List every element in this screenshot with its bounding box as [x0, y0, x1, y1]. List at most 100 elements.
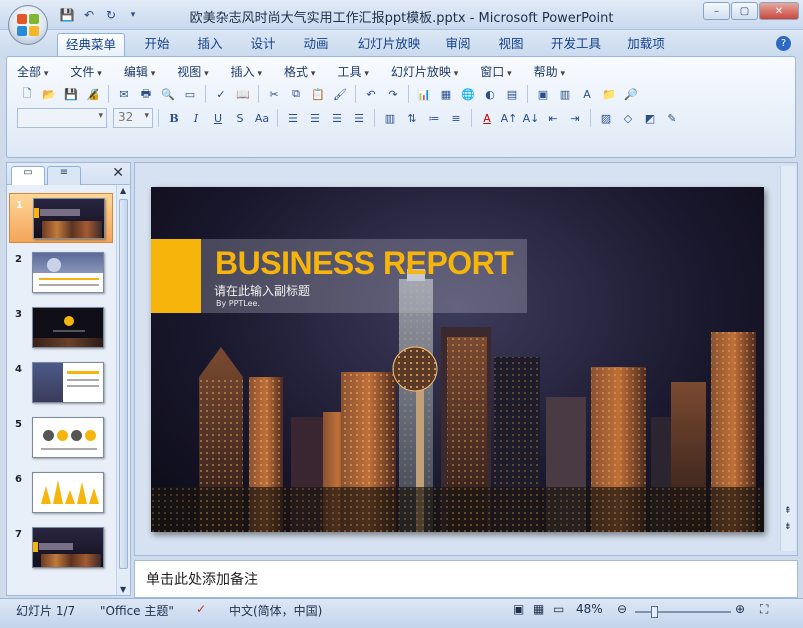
- folder-icon[interactable]: 📁: [599, 84, 619, 104]
- notes-pane[interactable]: 单击此处添加备注: [134, 560, 798, 598]
- menu-help[interactable]: 帮助: [534, 63, 565, 80]
- color-grayscale-icon[interactable]: ◐: [480, 84, 500, 104]
- align-left-icon[interactable]: ☰: [283, 108, 303, 128]
- align-right-icon[interactable]: ☰: [327, 108, 347, 128]
- maximize-button[interactable]: ▢: [731, 2, 758, 20]
- layout-icon[interactable]: ▣: [533, 84, 553, 104]
- shadow-icon[interactable]: S: [230, 108, 250, 128]
- slide-thumbnail-4[interactable]: 4: [9, 358, 113, 408]
- open-folder-icon[interactable]: 📂: [39, 84, 59, 104]
- spelling-icon[interactable]: ✓: [211, 84, 231, 104]
- print-preview-icon[interactable]: 🔍: [158, 84, 178, 104]
- redo-icon[interactable]: ↷: [383, 84, 403, 104]
- underline-icon[interactable]: U: [208, 108, 228, 128]
- grow-font-icon[interactable]: A↑: [499, 108, 519, 128]
- language[interactable]: 中文(简体，中国): [229, 602, 322, 619]
- zoom-level[interactable]: 48%: [576, 602, 603, 616]
- minimize-button[interactable]: –: [703, 2, 730, 20]
- tab-classic-menu[interactable]: 经典菜单: [57, 33, 125, 56]
- slide-thumbnail-1[interactable]: 1: [9, 193, 113, 243]
- slide-thumbnail-6[interactable]: 6: [9, 468, 113, 518]
- increase-indent-icon[interactable]: ⇥: [565, 108, 585, 128]
- tab-slides[interactable]: ▭: [11, 166, 45, 185]
- tab-outline[interactable]: ≡: [47, 166, 81, 185]
- zoom-icon[interactable]: 🔎: [621, 84, 641, 104]
- scroll-thumb[interactable]: [119, 199, 128, 569]
- slide-design-icon[interactable]: ▥: [555, 84, 575, 104]
- spell-check-icon[interactable]: ✓: [196, 602, 206, 616]
- tab-home[interactable]: 开始: [137, 33, 177, 56]
- arrange-icon[interactable]: ▨: [596, 108, 616, 128]
- zoom-slider[interactable]: [635, 606, 731, 618]
- next-slide-icon[interactable]: ⇟: [784, 522, 792, 532]
- menu-view[interactable]: 视图: [177, 63, 208, 80]
- menu-tools[interactable]: 工具: [337, 63, 368, 80]
- shapes-icon[interactable]: ◇: [618, 108, 638, 128]
- tab-insert[interactable]: 插入: [190, 33, 230, 56]
- permission-icon[interactable]: 🔏: [83, 84, 103, 104]
- normal-view-button[interactable]: ▣: [513, 602, 524, 616]
- text-direction-icon[interactable]: ⇅: [402, 108, 422, 128]
- zoom-slider-thumb[interactable]: [651, 606, 658, 618]
- slide-thumbnail-2[interactable]: 2: [9, 248, 113, 298]
- italic-icon[interactable]: I: [186, 108, 206, 128]
- tab-add-ins[interactable]: 加载项: [620, 33, 672, 56]
- slide-thumbnail-7[interactable]: 7: [9, 523, 113, 573]
- tab-view[interactable]: 视图: [491, 33, 531, 56]
- numbering-icon[interactable]: ≔: [424, 108, 444, 128]
- new-document-icon[interactable]: 🗋: [17, 84, 37, 104]
- print-icon[interactable]: 🖶: [136, 84, 156, 104]
- new-slide-icon[interactable]: ▤: [502, 84, 522, 104]
- zoom-out-icon[interactable]: ⊖: [617, 602, 627, 616]
- font-color-icon[interactable]: A: [477, 108, 497, 128]
- format-painter-icon[interactable]: 🖌: [330, 84, 350, 104]
- menu-edit[interactable]: 编辑: [124, 63, 155, 80]
- office-button[interactable]: [8, 5, 48, 45]
- prev-slide-icon[interactable]: ⇞: [784, 506, 792, 516]
- slide-thumbnail-3[interactable]: 3: [9, 303, 113, 353]
- scroll-up-icon[interactable]: ▲: [120, 186, 126, 195]
- close-button[interactable]: ✕: [759, 2, 799, 20]
- tab-design[interactable]: 设计: [243, 33, 283, 56]
- research-icon[interactable]: 📖: [233, 84, 253, 104]
- close-panel-icon[interactable]: ✕: [112, 165, 124, 181]
- menu-format[interactable]: 格式: [284, 63, 315, 80]
- slide-sorter-button[interactable]: ▦: [533, 602, 544, 616]
- shrink-font-icon[interactable]: A↓: [521, 108, 541, 128]
- paste-icon[interactable]: 📋: [308, 84, 328, 104]
- copy-icon[interactable]: ⧉: [286, 84, 306, 104]
- theme-name[interactable]: "Office 主题": [100, 602, 174, 619]
- slide-show-button[interactable]: ▭: [553, 602, 564, 616]
- font-name-dropdown[interactable]: [17, 108, 107, 128]
- menu-slide-show[interactable]: 幻灯片放映: [391, 63, 458, 80]
- decrease-indent-icon[interactable]: ⇤: [543, 108, 563, 128]
- menu-all[interactable]: 全部: [17, 63, 48, 80]
- cut-icon[interactable]: ✂: [264, 84, 284, 104]
- menu-insert[interactable]: 插入: [231, 63, 262, 80]
- current-slide[interactable]: BUSINESS REPORT 请在此输入副标题 By PPTLee.: [151, 187, 764, 532]
- insert-chart-icon[interactable]: 📊: [414, 84, 434, 104]
- undo-icon[interactable]: ↶: [361, 84, 381, 104]
- columns-icon[interactable]: ▥: [380, 108, 400, 128]
- email-icon[interactable]: ✉: [114, 84, 134, 104]
- slide-thumbnail-5[interactable]: 5: [9, 413, 113, 463]
- menu-file[interactable]: 文件: [70, 63, 101, 80]
- tab-slide-show[interactable]: 幻灯片放映: [350, 33, 428, 56]
- editor-scrollbar[interactable]: ⇞ ⇟: [780, 166, 796, 551]
- hyperlink-icon[interactable]: 🌐: [458, 84, 478, 104]
- change-case-icon[interactable]: Aa: [252, 108, 272, 128]
- textbox-icon[interactable]: A: [577, 84, 597, 104]
- save-icon[interactable]: 💾: [61, 84, 81, 104]
- help-icon[interactable]: ?: [776, 36, 791, 51]
- tab-developer[interactable]: 开发工具: [544, 33, 608, 56]
- tab-review[interactable]: 审阅: [438, 33, 478, 56]
- bold-icon[interactable]: B: [164, 108, 184, 128]
- shape-outline-icon[interactable]: ✎: [662, 108, 682, 128]
- tab-animations[interactable]: 动画: [296, 33, 336, 56]
- menu-window[interactable]: 窗口: [480, 63, 511, 80]
- slide-byline[interactable]: By PPTLee.: [216, 299, 260, 308]
- slides-panel-scrollbar[interactable]: ▲ ▼: [116, 185, 130, 595]
- slide-subtitle[interactable]: 请在此输入副标题: [214, 282, 310, 299]
- fit-to-window-icon[interactable]: ⛶: [760, 602, 768, 617]
- slide-title[interactable]: BUSINESS REPORT: [215, 245, 514, 282]
